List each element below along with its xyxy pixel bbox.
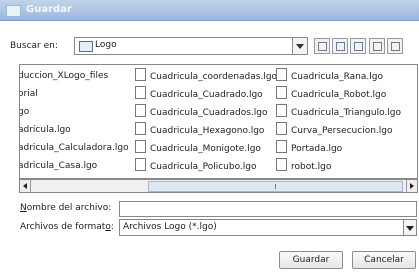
file-column: Cuadricula_Rana.lgo Cuadricula_Robot.lgo… xyxy=(276,68,401,176)
filename-label: Nombre del archivo: xyxy=(20,203,112,213)
chevron-down-icon[interactable] xyxy=(403,220,416,235)
scroll-right-icon[interactable] xyxy=(406,180,417,192)
list-item[interactable]: Cuadricula_Monigote.lgo xyxy=(135,140,277,158)
file-icon xyxy=(135,140,146,153)
list-item[interactable]: adricula_Calculadora.lgo xyxy=(20,140,129,158)
file-icon xyxy=(276,68,287,81)
list-item[interactable]: adricula.lgo xyxy=(20,122,129,140)
list-view-icon[interactable] xyxy=(369,38,385,54)
save-button[interactable]: Guardar xyxy=(279,251,343,269)
title-bar: Guardar xyxy=(0,0,419,21)
up-folder-icon[interactable] xyxy=(314,38,330,54)
chevron-down-icon[interactable] xyxy=(292,38,307,54)
list-item[interactable]: go xyxy=(20,104,129,122)
lookin-label: Buscar en: xyxy=(10,41,58,51)
grip-icon xyxy=(275,184,276,189)
list-item[interactable]: adricula_Casa.lgo xyxy=(20,158,129,176)
filename-input[interactable] xyxy=(119,201,417,217)
list-item[interactable]: orial xyxy=(20,86,129,104)
file-column: Cuadricula_coordenadas.lgo Cuadricula_Cu… xyxy=(135,68,277,176)
list-item[interactable]: Portada.lgo xyxy=(276,140,401,158)
file-icon xyxy=(276,158,287,171)
file-icon xyxy=(276,104,287,117)
filetype-value: Archivos Logo (*.lgo) xyxy=(123,222,217,232)
list-item[interactable]: duccion_XLogo_files xyxy=(20,68,129,86)
details-view-icon[interactable] xyxy=(387,38,403,54)
dialog-title: Guardar xyxy=(26,4,72,15)
file-icon xyxy=(135,158,146,171)
file-icon xyxy=(135,68,146,81)
new-folder-icon[interactable] xyxy=(350,38,366,54)
file-icon xyxy=(135,86,146,99)
scroll-thumb[interactable] xyxy=(148,181,403,192)
lookin-combo[interactable]: Logo xyxy=(74,37,308,55)
file-icon xyxy=(276,122,287,135)
file-column: duccion_XLogo_files orial go adricula.lg… xyxy=(20,68,129,176)
list-item[interactable]: Cuadricula_Cuadrados.lgo xyxy=(135,104,277,122)
window-icon xyxy=(6,5,21,17)
home-icon[interactable] xyxy=(332,38,348,54)
filetype-combo[interactable]: Archivos Logo (*.lgo) xyxy=(119,219,417,236)
list-item[interactable]: Cuadricula_Cuadrado.lgo xyxy=(135,86,277,104)
file-icon xyxy=(276,86,287,99)
list-item[interactable]: Cuadricula_coordenadas.lgo xyxy=(135,68,277,86)
list-item[interactable]: Curva_Persecucion.lgo xyxy=(276,122,401,140)
list-item[interactable]: Cuadricula_Robot.lgo xyxy=(276,86,401,104)
list-item[interactable]: robot.lgo xyxy=(276,158,401,176)
list-item[interactable]: Cuadricula_Rana.lgo xyxy=(276,68,401,86)
horizontal-scrollbar[interactable] xyxy=(19,179,418,193)
file-icon xyxy=(276,140,287,153)
list-item[interactable]: Cuadricula_Hexagono.lgo xyxy=(135,122,277,140)
scroll-left-icon[interactable] xyxy=(20,180,31,192)
folder-icon xyxy=(79,41,93,52)
file-icon xyxy=(135,122,146,135)
list-item[interactable]: Cuadricula_Policubo.lgo xyxy=(135,158,277,176)
lookin-value: Logo xyxy=(95,40,117,50)
cancel-button[interactable]: Cancelar xyxy=(352,251,416,269)
filetype-label: Archivos de formato: xyxy=(20,222,114,232)
file-list[interactable]: duccion_XLogo_files orial go adricula.lg… xyxy=(19,64,418,179)
file-icon xyxy=(135,104,146,117)
list-item[interactable]: Cuadricula_Triangulo.lgo xyxy=(276,104,401,122)
